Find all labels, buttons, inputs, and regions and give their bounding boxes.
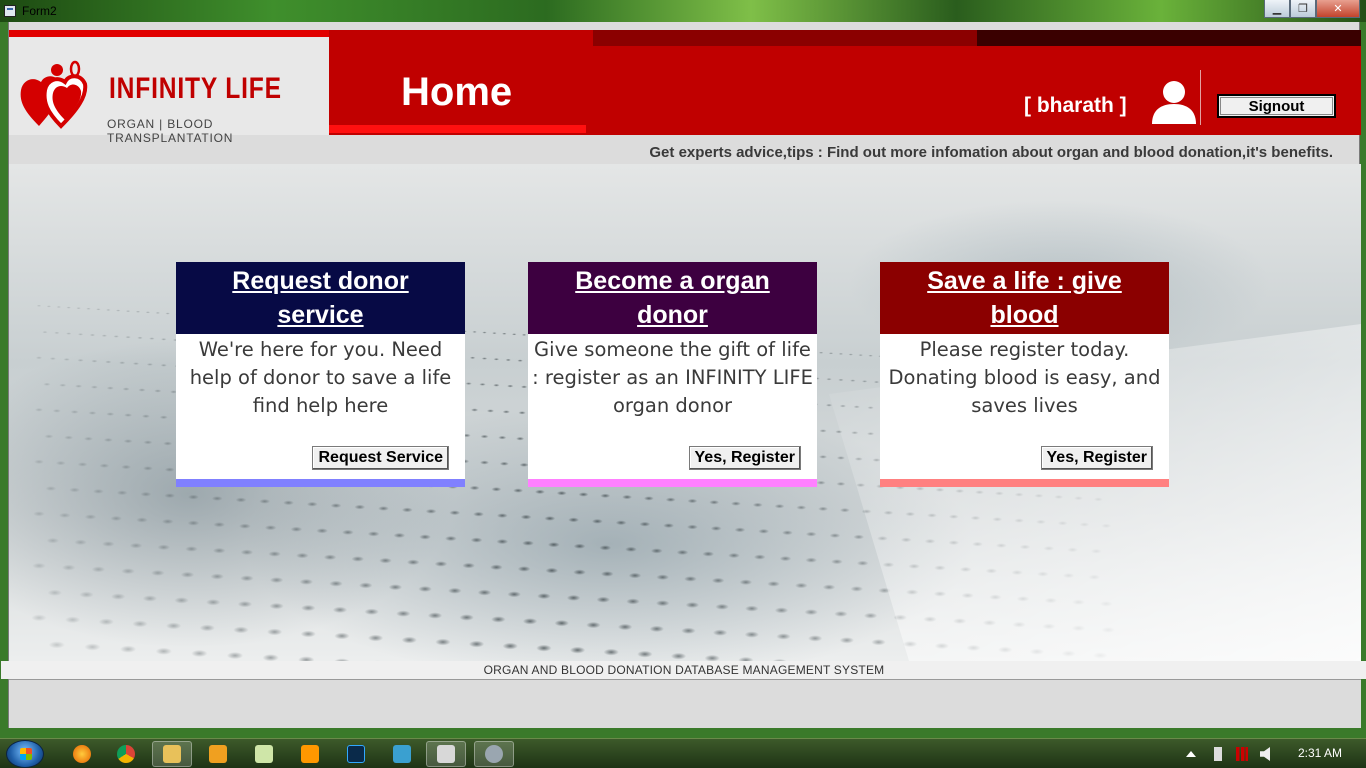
photoshop-icon[interactable] — [336, 741, 376, 767]
user-icon — [1152, 81, 1196, 124]
card-description: We're here for you. Need help of donor t… — [189, 338, 452, 417]
card-title[interactable]: Become a organ donor — [528, 262, 817, 334]
brand-name: INFINITY LIFE — [109, 72, 282, 105]
organ-donor-card: Become a organ donor Give someone the gi… — [528, 262, 817, 487]
app-header: INFINITY LIFE ORGAN | BLOOD TRANSPLANTAT… — [9, 30, 1361, 145]
battery-icon[interactable] — [1214, 747, 1222, 761]
page-title: Home — [401, 70, 513, 114]
card-description: Give someone the gift of life : register… — [532, 338, 813, 417]
maximize-button[interactable]: ❐ — [1290, 0, 1316, 18]
divider — [1200, 70, 1201, 125]
close-button[interactable]: ✕ — [1316, 0, 1360, 18]
logo-accent-bar — [9, 30, 329, 37]
tips-banner[interactable]: Get experts advice,tips : Find out more … — [649, 144, 1333, 161]
minimize-button[interactable]: ▁ — [1264, 0, 1290, 18]
hearts-logo-icon — [20, 60, 88, 129]
header-accent-segment — [977, 30, 1361, 46]
username-label: [ bharath ] — [1024, 94, 1127, 117]
chrome-icon[interactable] — [106, 741, 146, 767]
request-donor-card: Request donor service We're here for you… — [176, 262, 465, 487]
brand-tagline: ORGAN | BLOOD TRANSPLANTATION — [107, 117, 234, 145]
paint-icon[interactable] — [474, 741, 514, 767]
card-footer-bar — [880, 479, 1169, 487]
signout-button[interactable]: Signout — [1217, 94, 1336, 118]
media-player-icon[interactable] — [198, 741, 238, 767]
card-title[interactable]: Save a life : give blood — [880, 262, 1169, 334]
taskbar: 2:31 AM — [0, 738, 1366, 768]
register-blood-donor-button[interactable]: Yes, Register — [1040, 446, 1153, 470]
blood-donor-card: Save a life : give blood Please register… — [880, 262, 1169, 487]
header-band: Home [ bharath ] Signout — [329, 30, 1361, 135]
title-underbar — [329, 125, 586, 133]
network-icon[interactable] — [1236, 747, 1248, 761]
window-controls: ▁ ❐ ✕ — [1264, 0, 1360, 18]
start-button[interactable] — [6, 740, 44, 768]
form-bottom-panel — [9, 679, 1361, 728]
taskbar-clock[interactable]: 2:31 AM — [1298, 746, 1342, 760]
window-titlebar[interactable]: Form2 ▁ ❐ ✕ — [0, 0, 1366, 22]
notepad-icon[interactable] — [244, 741, 284, 767]
card-footer-bar — [528, 479, 817, 487]
header-accent-segment — [593, 30, 977, 46]
window-title: Form2 — [22, 4, 57, 18]
app-icon[interactable] — [382, 741, 422, 767]
card-description: Please register today. Donating blood is… — [888, 338, 1161, 417]
window-app-icon — [4, 5, 16, 17]
windows-logo-icon — [20, 748, 32, 760]
card-footer-bar — [176, 479, 465, 487]
system-tray: 2:31 AM — [1176, 739, 1366, 768]
request-service-button[interactable]: Request Service — [312, 446, 449, 470]
firefox-icon[interactable] — [62, 741, 102, 767]
show-hidden-icons-icon[interactable] — [1186, 751, 1196, 757]
form-client-area: INFINITY LIFE ORGAN | BLOOD TRANSPLANTAT… — [1, 22, 1366, 728]
register-organ-donor-button[interactable]: Yes, Register — [688, 446, 801, 470]
file-explorer-icon[interactable] — [152, 741, 192, 767]
form-app-icon[interactable] — [426, 741, 466, 767]
card-title[interactable]: Request donor service — [176, 262, 465, 334]
sublime-text-icon[interactable] — [290, 741, 330, 767]
volume-icon[interactable] — [1260, 747, 1270, 761]
logo-panel: INFINITY LIFE ORGAN | BLOOD TRANSPLANTAT… — [9, 30, 329, 145]
footer-caption: ORGAN AND BLOOD DONATION DATABASE MANAGE… — [1, 661, 1366, 679]
